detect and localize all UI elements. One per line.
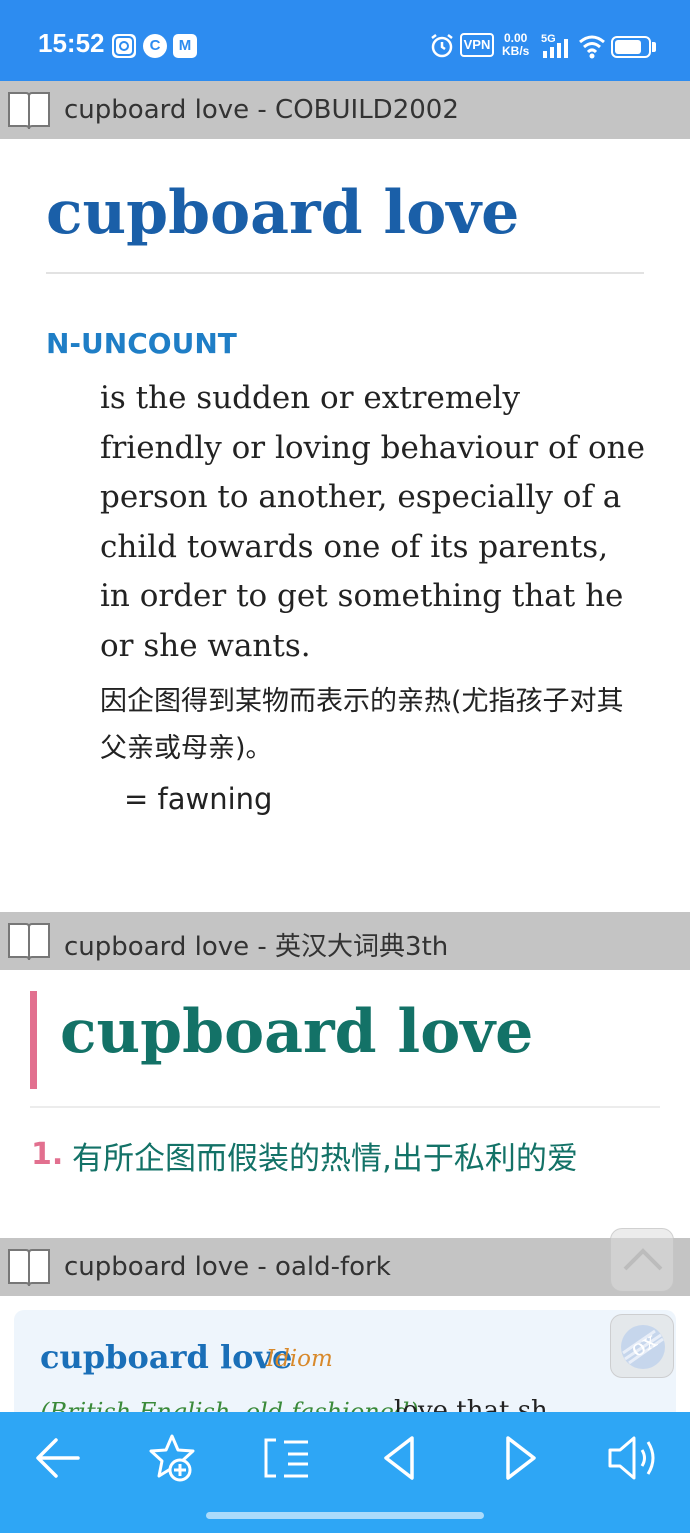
network-speed-unit: KB/s bbox=[502, 44, 530, 58]
chevron-up-icon bbox=[623, 1248, 663, 1271]
battery-icon bbox=[611, 36, 651, 58]
alarm-icon bbox=[431, 34, 453, 58]
dictionary-header-yinghan[interactable]: cupboard love - 英汉大词典3th bbox=[0, 912, 690, 970]
network-speed: 0.00 KB/s bbox=[502, 32, 529, 58]
wifi-icon bbox=[579, 35, 605, 59]
word-list-icon[interactable] bbox=[256, 1428, 316, 1488]
status-time: 15:52 bbox=[38, 28, 105, 58]
dictionary-header-oald[interactable]: cupboard love - oald-fork bbox=[0, 1238, 690, 1296]
definition: is the sudden or extremely friendly or l… bbox=[100, 380, 645, 664]
dictionary-title: cupboard love - COBUILD2002 bbox=[64, 95, 459, 125]
battery-level bbox=[615, 40, 641, 54]
divider bbox=[30, 1106, 660, 1108]
dictionary-title: cupboard love - oald-fork bbox=[64, 1252, 391, 1282]
mail-app-icon: M bbox=[173, 34, 197, 58]
network-type: 5G bbox=[541, 33, 556, 45]
headword: cupboard love bbox=[46, 178, 520, 248]
home-indicator[interactable] bbox=[206, 1512, 484, 1519]
definition: 有所企图而假装的热情,出于私利的爱 bbox=[72, 1141, 578, 1177]
previous-icon[interactable] bbox=[370, 1428, 430, 1488]
next-icon[interactable] bbox=[490, 1428, 550, 1488]
headword-accent-bar bbox=[30, 991, 37, 1089]
idiom-label: Idiom bbox=[266, 1346, 333, 1372]
chinese-translation: 因企图得到某物而表示的亲热(尤指孩子对其父亲或母亲)。 bbox=[100, 686, 624, 764]
signal-icon: 5G bbox=[541, 33, 568, 58]
book-icon bbox=[8, 923, 50, 961]
add-favorite-icon[interactable] bbox=[142, 1428, 202, 1488]
headword: cupboard love bbox=[40, 1338, 293, 1376]
back-arrow-icon[interactable] bbox=[28, 1428, 88, 1488]
dictionary-header-cobuild[interactable]: cupboard love - COBUILD2002 bbox=[0, 81, 690, 139]
status-bar: 15:52 C M VPN 0.00 KB/s 5G bbox=[0, 0, 690, 82]
dictionary-title: cupboard love - 英汉大词典3th bbox=[64, 932, 449, 962]
synonym[interactable]: = fawning bbox=[124, 782, 272, 816]
browser-app-icon: C bbox=[143, 34, 167, 58]
scroll-to-top-button[interactable] bbox=[610, 1228, 674, 1292]
photo-app-icon bbox=[112, 34, 136, 58]
book-icon bbox=[8, 92, 50, 130]
vpn-badge: VPN bbox=[460, 33, 494, 57]
battery-tip bbox=[652, 42, 656, 52]
headword: cupboard love bbox=[60, 997, 534, 1067]
book-icon bbox=[8, 1249, 50, 1287]
part-of-speech: N-UNCOUNT bbox=[46, 327, 237, 360]
sense-number: 1. bbox=[31, 1137, 64, 1172]
speaker-icon[interactable] bbox=[602, 1428, 662, 1488]
divider bbox=[46, 272, 644, 274]
oxford-button[interactable]: ox bbox=[610, 1314, 674, 1378]
